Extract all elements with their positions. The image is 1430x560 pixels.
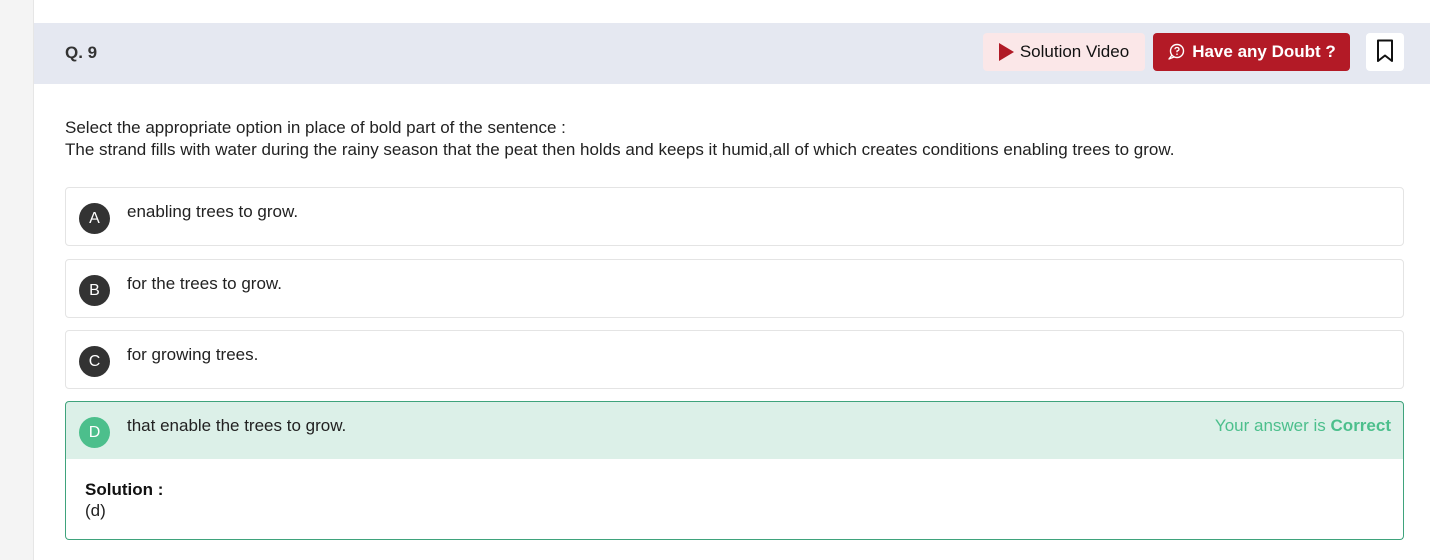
left-gutter: [0, 0, 34, 560]
solution-video-button[interactable]: Solution Video: [983, 33, 1145, 71]
answer-result: Your answer is Correct: [1215, 416, 1391, 436]
doubt-label: Have any Doubt ?: [1192, 42, 1336, 61]
option-c[interactable]: C for growing trees.: [65, 330, 1404, 389]
solution-box: Solution : (d): [65, 459, 1404, 540]
option-letter-badge: C: [79, 346, 110, 377]
bookmark-icon: [1376, 39, 1394, 66]
option-text: for the trees to grow.: [127, 274, 282, 293]
result-status: Correct: [1330, 416, 1391, 435]
option-text: enabling trees to grow.: [127, 202, 299, 221]
question-number: Q. 9: [65, 43, 98, 62]
option-d[interactable]: D that enable the trees to grow. Your an…: [65, 401, 1404, 460]
solution-title: Solution :: [85, 480, 164, 499]
bookmark-button[interactable]: [1366, 33, 1404, 71]
question-panel: Q. 9 Solution Video Have any Doubt ? Sel…: [34, 0, 1430, 560]
question-header: Q. 9 Solution Video Have any Doubt ?: [34, 23, 1430, 84]
question-sentence: The strand fills with water during the r…: [65, 140, 1175, 159]
solution-video-label: Solution Video: [1019, 42, 1130, 61]
option-letter-badge: D: [79, 417, 110, 448]
option-b[interactable]: B for the trees to grow.: [65, 259, 1404, 318]
solution-value: (d): [85, 501, 106, 520]
option-text: for growing trees.: [127, 345, 259, 364]
option-a[interactable]: A enabling trees to grow.: [65, 187, 1404, 246]
play-icon: [998, 43, 1014, 61]
result-prefix: Your answer is: [1214, 416, 1331, 435]
question-text: Select the appropriate option in place o…: [65, 117, 1405, 161]
ask-doubt-button[interactable]: Have any Doubt ?: [1153, 33, 1350, 71]
question-instruction: Select the appropriate option in place o…: [65, 118, 566, 137]
option-letter-badge: B: [79, 275, 110, 306]
option-text: that enable the trees to grow.: [127, 416, 347, 435]
option-letter-badge: A: [79, 203, 110, 234]
doubt-icon: [1167, 43, 1185, 61]
